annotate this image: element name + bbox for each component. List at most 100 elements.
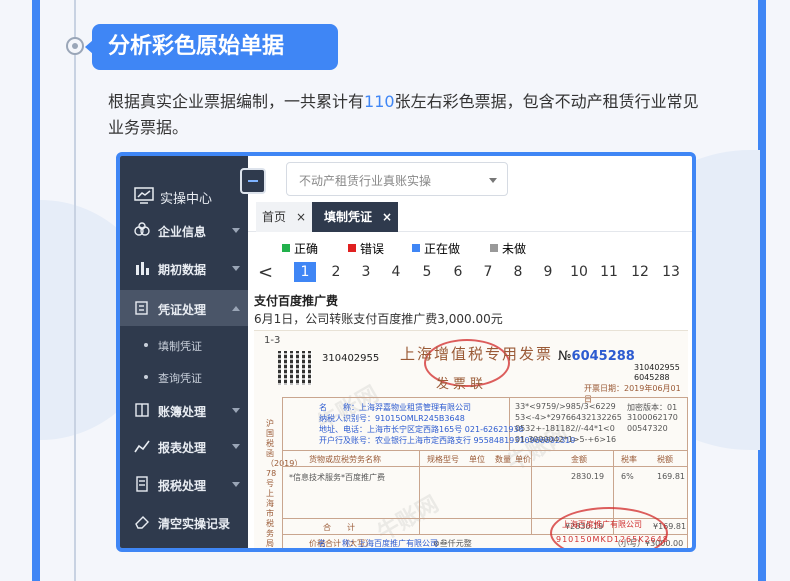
cipher-line: 0532+-181182//-44*1<0 (515, 424, 615, 433)
sidebar-item-clear[interactable]: 清空实操记录 (120, 504, 248, 540)
timeline-line (74, 0, 76, 581)
timeline-dot (66, 37, 84, 55)
page-6[interactable]: 6 (447, 262, 469, 282)
sidebar-item-label: 企业信息 (158, 225, 207, 239)
voucher-description: 6月1日，公司转账支付百度推广费3,000.00元 (254, 312, 503, 326)
building-icon (134, 222, 150, 236)
chevron-down-icon (489, 178, 497, 183)
tab-label: 填制凭证 (324, 210, 373, 224)
tab-fill-voucher[interactable]: 填制凭证 × (312, 202, 398, 232)
sidebar-item-label: 凭证处理 (158, 303, 207, 317)
code-box: 3100062170 (627, 413, 678, 422)
sidebar-item-label: 期初数据 (158, 263, 207, 277)
invoice-title: 上海增值税专用发票 (400, 345, 554, 363)
close-icon[interactable]: × (296, 202, 306, 232)
sidebar-item-tax[interactable]: 报税处理 (120, 466, 248, 502)
legend-item-correct: 正确 (282, 240, 318, 257)
left-frame-bar (32, 0, 40, 581)
highlight-count: 110 (364, 92, 395, 111)
sidebar-subitem-label: 填制凭证 (158, 340, 202, 353)
col-tax: 税额 (657, 455, 673, 464)
company-seal-text: 上海百度推广有限公司 (562, 520, 642, 529)
section-title: 分析彩色原始单据 (92, 24, 338, 70)
invoice-code-right: 310402955 6045288 (634, 363, 680, 382)
eraser-icon (135, 516, 149, 529)
invoice-subtitle: 发票联 (436, 377, 488, 392)
page-11[interactable]: 11 (598, 262, 620, 282)
tax-icon (136, 476, 148, 492)
cipher-line: 53<-4>*29766432132265 (515, 413, 622, 422)
sidebar-item-label: 报税处理 (158, 479, 207, 493)
close-icon[interactable]: × (382, 202, 392, 232)
tab-label: 首页 (262, 210, 287, 224)
page-8[interactable]: 8 (507, 262, 529, 282)
cipher-line: 33*<9759/>985/3<6229 (515, 402, 616, 411)
bullet-icon (144, 375, 148, 379)
sidebar-header[interactable]: 实操中心 (120, 176, 248, 216)
page-13[interactable]: 13 (660, 262, 682, 282)
bar-chart-icon (136, 262, 149, 275)
item-tax: 169.81 (657, 472, 685, 481)
code-box: 00547320 (627, 424, 668, 433)
item-amount: 2830.19 (571, 472, 605, 481)
buyer-address: 地址、电话：上海市长宁区定西路165号 021-62621938 (319, 425, 524, 434)
item-name: *信息技术服务*百度推广费 (289, 473, 385, 482)
seller-name: 名 称：上海百度推广有限公司 (318, 539, 438, 548)
page-5[interactable]: 5 (416, 262, 438, 282)
sum-label: 合 计 (323, 523, 355, 532)
sidebar-header-label: 实操中心 (160, 192, 213, 207)
col-amount: 金额 (571, 455, 587, 464)
code-box: 加密版本：01 (627, 403, 678, 412)
qr-code (278, 351, 312, 385)
sidebar-item-label: 清空实操记录 (158, 517, 231, 531)
legend-item-todo: 未做 (490, 240, 526, 257)
page-1[interactable]: 1 (294, 262, 316, 282)
voucher-pager: < 1 2 3 4 5 6 7 8 9 10 11 12 13 (248, 262, 692, 284)
chevron-down-icon (232, 228, 240, 233)
sidebar-subitem-label: 查询凭证 (158, 372, 202, 385)
sidebar-item-books[interactable]: 账簿处理 (120, 392, 248, 428)
page-4[interactable]: 4 (385, 262, 407, 282)
invoice-side-text: 沪国税函（2019）78号上海市税务局 (266, 419, 303, 548)
invoice-no: №6045288 (558, 349, 635, 364)
chevron-down-icon (232, 482, 240, 487)
page-9[interactable]: 9 (537, 262, 559, 282)
sidebar-item-label: 报表处理 (158, 441, 207, 455)
legend-item-doing: 正在做 (412, 240, 460, 257)
sidebar-toggle-button[interactable] (240, 168, 266, 194)
page-7[interactable]: 7 (477, 262, 499, 282)
page-3[interactable]: 3 (355, 262, 377, 282)
company-seal-number: 910150MKD1265K2648 (556, 535, 669, 544)
invoice-image: 牛账网 牛账网 牛账网 1-3 310402955 上海增值税专用发票 发票联 … (254, 330, 688, 548)
invoice-code: 1-3 (264, 335, 281, 346)
col-spec: 规格型号 (427, 455, 459, 464)
invoice-number-left: 310402955 (322, 353, 380, 364)
cipher-line: 01-3000042*1>5-+6>16 (515, 435, 617, 444)
sidebar-subitem-query-voucher[interactable]: 查询凭证 (120, 362, 248, 392)
status-legend: 正确 错误 正在做 未做 (248, 236, 692, 258)
sidebar: 实操中心 企业信息 期初数据 凭证处理 填制凭证 查询凭证 账簿处理 报表处理 … (120, 156, 248, 548)
sidebar-subitem-fill-voucher[interactable]: 填制凭证 (120, 330, 248, 360)
prev-page-button[interactable]: < (258, 262, 273, 284)
col-qty: 数量 (495, 455, 511, 464)
sidebar-item-reports[interactable]: 报表处理 (120, 428, 248, 464)
monitor-chart-icon (134, 187, 154, 204)
legend-item-wrong: 错误 (348, 240, 384, 257)
total-cn: ⊗叁仟元整 (433, 539, 472, 548)
buyer-tax-id: 纳税人识别号：91015OMLR245B3648 (319, 414, 465, 423)
chevron-up-icon (232, 306, 240, 311)
page-2[interactable]: 2 (325, 262, 347, 282)
tab-home[interactable]: 首页 × (256, 202, 312, 232)
edit-icon (135, 301, 148, 315)
sidebar-item-opening[interactable]: 期初数据 (120, 250, 248, 286)
col-unit: 单位 (469, 455, 485, 464)
sidebar-item-company[interactable]: 企业信息 (120, 212, 248, 248)
col-rate: 税率 (621, 455, 637, 464)
page-12[interactable]: 12 (629, 262, 651, 282)
page-10[interactable]: 10 (568, 262, 590, 282)
col-item: 货物或应税劳务名称 (309, 455, 381, 464)
sidebar-item-voucher[interactable]: 凭证处理 (120, 290, 248, 326)
industry-select[interactable]: 不动产租赁行业真账实操 (286, 162, 508, 196)
item-rate: 6% (621, 472, 634, 481)
chevron-down-icon (232, 444, 240, 449)
